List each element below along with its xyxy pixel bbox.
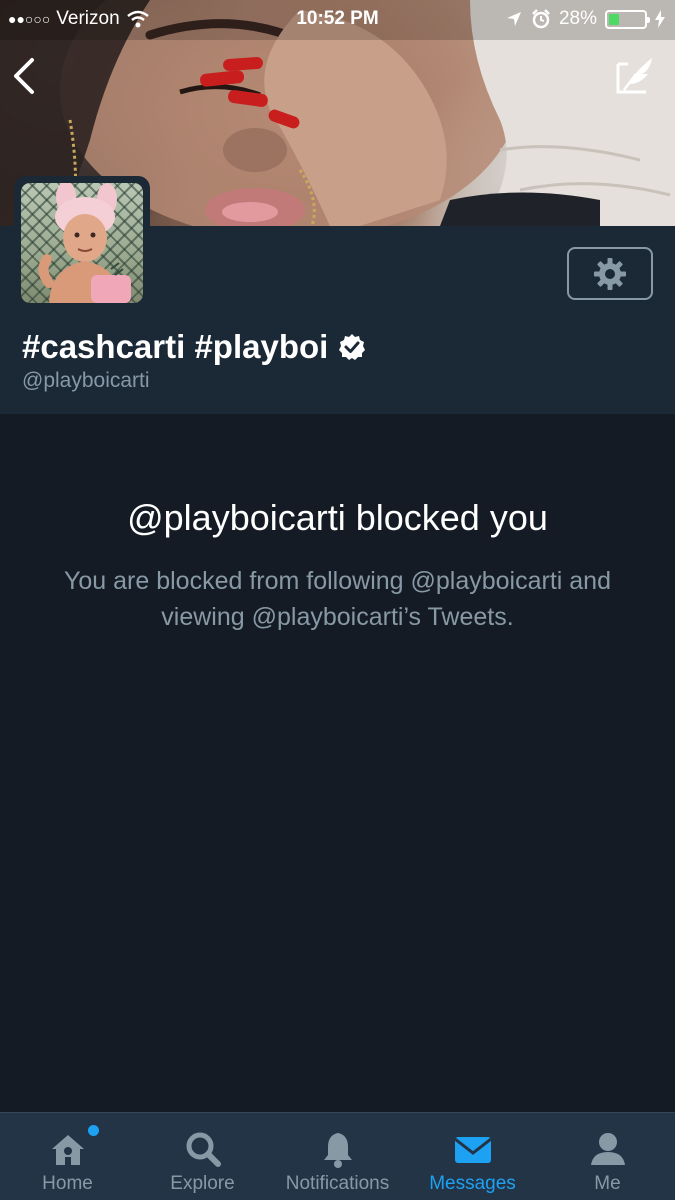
tab-explore-label: Explore — [170, 1173, 235, 1194]
home-icon — [51, 1135, 84, 1165]
tab-notifications[interactable]: Notifications — [270, 1113, 405, 1200]
tab-bar: Home Explore Notifications Messages Me — [0, 1112, 675, 1200]
avatar-frame[interactable] — [14, 176, 150, 310]
location-icon — [506, 12, 521, 26]
chevron-left-icon — [14, 58, 34, 94]
avatar — [21, 183, 143, 303]
bell-icon — [323, 1133, 352, 1168]
back-button[interactable] — [8, 54, 42, 98]
tab-notifications-label: Notifications — [285, 1173, 390, 1194]
battery-level-fill — [609, 13, 619, 25]
tab-messages-label: Messages — [429, 1173, 516, 1194]
home-notification-dot — [88, 1125, 99, 1136]
search-icon — [186, 1132, 221, 1167]
tab-me[interactable]: Me — [540, 1113, 675, 1200]
compose-tweet-icon — [616, 58, 652, 94]
gear-icon — [594, 257, 626, 290]
alarm-icon — [532, 9, 550, 29]
tab-explore[interactable]: Explore — [135, 1113, 270, 1200]
settings-button[interactable] — [567, 247, 653, 300]
tab-me-label: Me — [594, 1173, 621, 1194]
profile-handle: @playboicarti — [22, 369, 150, 392]
blocked-title: @playboicarti blocked you — [127, 497, 548, 538]
compose-tweet-button[interactable] — [612, 52, 658, 98]
tab-messages[interactable]: Messages — [405, 1113, 540, 1200]
blocked-description: You are blocked from following @playboic… — [64, 567, 611, 631]
battery-icon — [605, 9, 650, 29]
envelope-icon — [453, 1137, 492, 1163]
battery-percent: 28% — [558, 8, 597, 29]
verified-badge-icon — [339, 334, 366, 360]
profile-display-name: #cashcarti #playboi — [22, 328, 366, 366]
charging-icon — [655, 10, 665, 28]
status-bar: ●●○○○ Verizon 10:52 PM 28% — [0, 0, 675, 40]
avatar-photo — [38, 183, 131, 303]
display-name-text: #cashcarti #playboi — [22, 328, 329, 365]
tab-home[interactable]: Home — [0, 1113, 135, 1200]
status-right: 28% — [505, 8, 665, 30]
person-icon — [590, 1133, 625, 1165]
tab-home-label: Home — [42, 1173, 93, 1194]
